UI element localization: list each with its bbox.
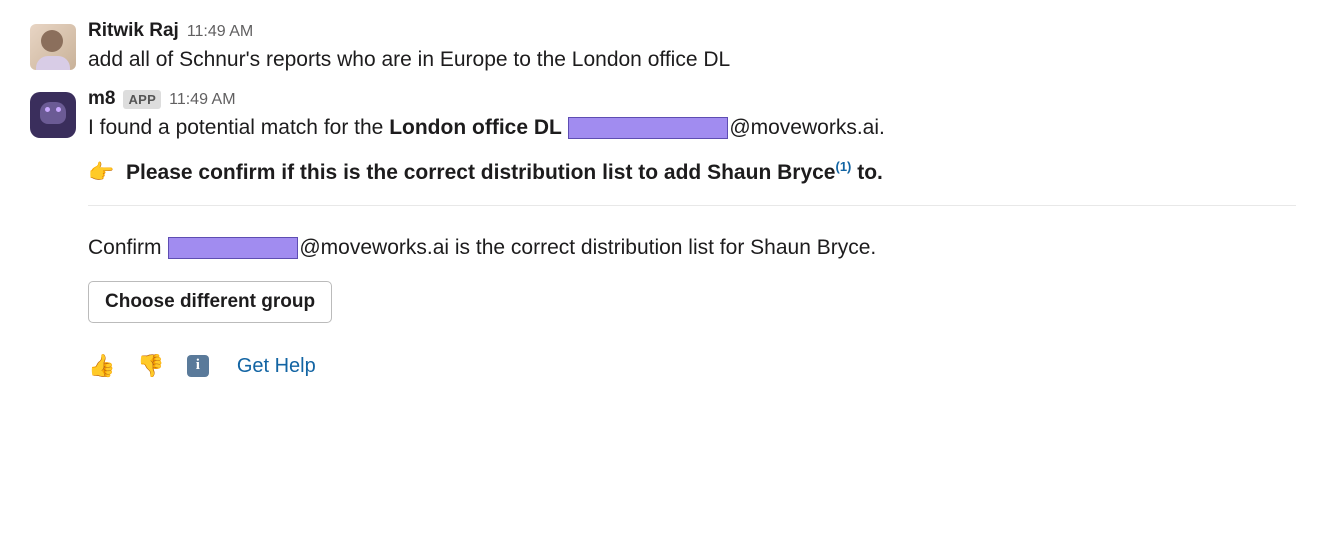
choose-different-group-button[interactable]: Choose different group — [88, 281, 332, 323]
bot-message-body: I found a potential match for the London… — [88, 112, 1296, 383]
confirm-line-suffix: @moveworks.ai is the correct distributio… — [299, 236, 876, 259]
bot-line1-bold: London office DL — [389, 116, 561, 139]
user-timestamp: 11:49 AM — [187, 23, 253, 41]
confirm-suffix: to. — [851, 161, 883, 184]
confirm-prompt: Please confirm if this is the correct di… — [126, 161, 835, 184]
redacted-email-1 — [568, 117, 728, 139]
pointing-icon: 👉 — [88, 161, 114, 184]
thumbs-up-icon[interactable]: 👍 — [88, 349, 115, 382]
user-avatar[interactable] — [30, 24, 76, 70]
bot-line1-suffix: @moveworks.ai. — [729, 116, 885, 139]
bot-timestamp: 11:49 AM — [169, 91, 235, 109]
user-message: Ritwik Raj 11:49 AM add all of Schnur's … — [30, 20, 1296, 76]
bot-message-header: m8 APP 11:49 AM — [88, 88, 1296, 110]
user-sender-name[interactable]: Ritwik Raj — [88, 20, 179, 42]
confirm-line-prefix: Confirm — [88, 236, 167, 259]
bot-sender-name[interactable]: m8 — [88, 88, 115, 110]
user-message-content: Ritwik Raj 11:49 AM add all of Schnur's … — [88, 20, 1296, 76]
bot-message: m8 APP 11:49 AM I found a potential matc… — [30, 88, 1296, 383]
redacted-email-2 — [168, 237, 298, 259]
bot-confirm-prompt-line: 👉 Please confirm if this is the correct … — [88, 157, 1296, 189]
bot-match-line: I found a potential match for the London… — [88, 112, 1296, 144]
thumbs-down-icon[interactable]: 👎 — [137, 349, 164, 382]
confirm-sup: (1) — [835, 159, 851, 174]
bot-message-content: m8 APP 11:49 AM I found a potential matc… — [88, 88, 1296, 383]
user-message-header: Ritwik Raj 11:49 AM — [88, 20, 1296, 42]
divider — [88, 205, 1296, 206]
reactions-row: 👍 👎 i Get Help — [88, 349, 1296, 382]
bot-avatar[interactable] — [30, 92, 76, 138]
get-help-link[interactable]: Get Help — [237, 351, 316, 381]
app-badge: APP — [123, 90, 161, 109]
bot-confirm-line: Confirm @moveworks.ai is the correct dis… — [88, 232, 1296, 264]
info-icon[interactable]: i — [187, 355, 209, 377]
user-message-text: add all of Schnur's reports who are in E… — [88, 44, 1296, 76]
bot-line1-prefix: I found a potential match for the — [88, 116, 389, 139]
